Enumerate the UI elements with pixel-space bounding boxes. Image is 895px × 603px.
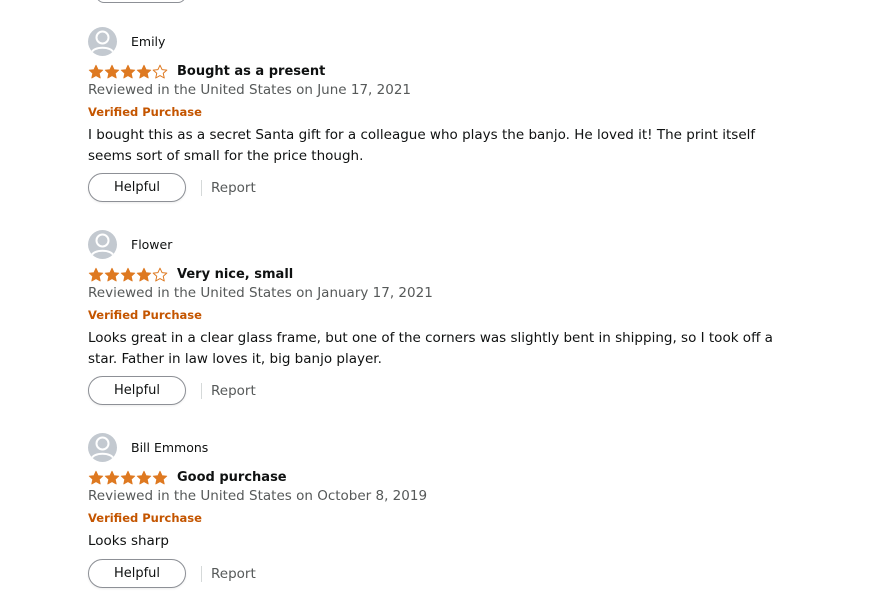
previous-helpful-button[interactable] <box>96 0 186 3</box>
report-link[interactable]: Report <box>211 180 256 196</box>
profile-name[interactable]: Bill Emmons <box>131 440 208 455</box>
report-link[interactable]: Report <box>211 383 256 399</box>
star-rating[interactable] <box>88 264 168 284</box>
review-rating-title: Good purchase <box>88 467 287 487</box>
star-filled-icon <box>120 267 136 281</box>
review-body: Looks sharp <box>88 533 169 549</box>
profile-name[interactable]: Flower <box>131 237 172 252</box>
report-link[interactable]: Report <box>211 566 256 582</box>
review-title[interactable]: Very nice, small <box>177 267 293 282</box>
review-actions: Helpful Report <box>88 376 256 405</box>
review-body: Looks great in a clear glass frame, but … <box>88 330 773 367</box>
review-rating-title: Bought as a present <box>88 61 325 81</box>
star-filled-icon <box>104 470 120 484</box>
star-filled-icon <box>152 470 168 484</box>
star-filled-icon <box>136 470 152 484</box>
review-date: Reviewed in the United States on January… <box>88 285 433 301</box>
star-filled-icon <box>120 64 136 78</box>
default-profile-icon <box>88 433 117 462</box>
action-divider <box>201 382 202 399</box>
review-date: Reviewed in the United States on October… <box>88 488 428 504</box>
star-filled-icon <box>88 267 104 281</box>
review-profile[interactable]: Bill Emmons <box>88 433 208 462</box>
verified-purchase-badge[interactable]: Verified Purchase <box>88 308 202 322</box>
review-profile[interactable]: Flower <box>88 230 172 259</box>
helpful-button[interactable]: Helpful <box>88 376 186 405</box>
review-actions: Helpful Report <box>88 559 256 588</box>
action-divider <box>201 565 202 582</box>
default-profile-icon <box>88 230 117 259</box>
default-profile-icon <box>88 27 117 56</box>
action-divider <box>201 179 202 196</box>
review-rating-title: Very nice, small <box>88 264 293 284</box>
star-rating[interactable] <box>88 61 168 81</box>
helpful-button[interactable]: Helpful <box>88 173 186 202</box>
verified-purchase-badge[interactable]: Verified Purchase <box>88 105 202 119</box>
star-rating[interactable] <box>88 467 168 487</box>
star-filled-icon <box>104 267 120 281</box>
review-title[interactable]: Bought as a present <box>177 64 325 79</box>
star-empty-icon <box>152 64 168 78</box>
star-empty-icon <box>152 267 168 281</box>
star-filled-icon <box>88 470 104 484</box>
review-actions: Helpful Report <box>88 173 256 202</box>
review-profile[interactable]: Emily <box>88 27 165 56</box>
star-filled-icon <box>104 64 120 78</box>
star-filled-icon <box>120 470 136 484</box>
star-filled-icon <box>136 64 152 78</box>
review-title[interactable]: Good purchase <box>177 470 287 485</box>
star-filled-icon <box>136 267 152 281</box>
star-filled-icon <box>88 64 104 78</box>
review-body: I bought this as a secret Santa gift for… <box>88 127 756 164</box>
verified-purchase-badge[interactable]: Verified Purchase <box>88 511 202 525</box>
profile-name[interactable]: Emily <box>131 34 165 49</box>
helpful-button[interactable]: Helpful <box>88 559 186 588</box>
review-date: Reviewed in the United States on June 17… <box>88 82 411 98</box>
